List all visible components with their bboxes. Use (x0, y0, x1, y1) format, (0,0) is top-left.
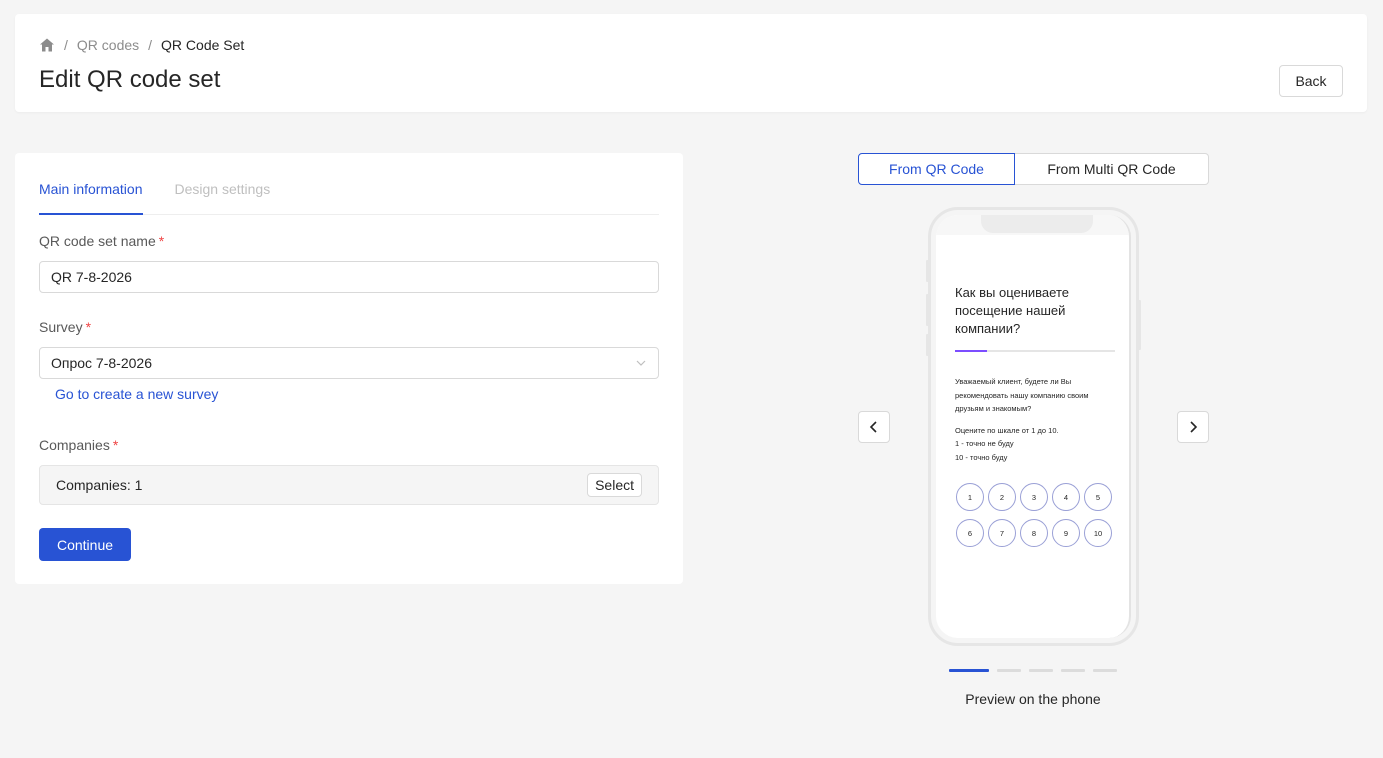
chevron-left-icon (869, 421, 877, 433)
required-mark: * (158, 233, 165, 249)
survey-progress-fill (955, 350, 987, 352)
companies-count: Companies: 1 (56, 477, 143, 493)
rating-scale-row-1: 1 2 3 4 5 (956, 483, 1116, 511)
required-mark: * (85, 319, 92, 335)
rating-option[interactable]: 7 (988, 519, 1016, 547)
select-companies-button[interactable]: Select (587, 473, 642, 497)
breadcrumb-item-qr-codes[interactable]: QR codes (77, 37, 139, 53)
prev-slide-button[interactable] (858, 411, 890, 443)
tab-bar: Main information Design settings (39, 181, 659, 215)
slide-dot[interactable] (997, 669, 1021, 672)
page-title: Edit QR code set (39, 66, 221, 93)
chevron-right-icon (1190, 421, 1198, 433)
question-text-block: Уважаемый клиент, будете ли Вы рекомендо… (955, 375, 1115, 464)
rating-option[interactable]: 6 (956, 519, 984, 547)
phone-screen: Как вы оцениваете посещение нашей компан… (936, 215, 1131, 638)
survey-label: Survey * (39, 319, 91, 335)
companies-label-text: Companies (39, 437, 110, 453)
tab-main-information[interactable]: Main information (39, 181, 143, 215)
survey-label-text: Survey (39, 319, 83, 335)
preview-label: Preview on the phone (965, 691, 1101, 707)
create-survey-link[interactable]: Go to create a new survey (55, 386, 218, 402)
scale-max-label: 10 - точно буду (955, 452, 1008, 462)
question-text: Уважаемый клиент, будете ли Вы рекомендо… (955, 377, 1089, 413)
companies-label: Companies * (39, 437, 118, 453)
breadcrumb-item-current: QR Code Set (161, 37, 245, 53)
companies-field: Companies: 1 Select (39, 465, 659, 505)
qr-name-input[interactable] (39, 261, 659, 293)
rating-scale-row-2: 6 7 8 9 10 (956, 519, 1116, 547)
preview-mode-toggle: From QR Code From Multi QR Code (858, 153, 1209, 185)
rating-option[interactable]: 1 (956, 483, 984, 511)
toggle-from-qr-code[interactable]: From QR Code (858, 153, 1015, 185)
toggle-from-multi-qr-code[interactable]: From Multi QR Code (1015, 153, 1209, 185)
qr-name-label: QR code set name * (39, 233, 164, 249)
rating-option[interactable]: 4 (1052, 483, 1080, 511)
rating-option[interactable]: 3 (1020, 483, 1048, 511)
rating-option[interactable]: 5 (1084, 483, 1112, 511)
next-slide-button[interactable] (1177, 411, 1209, 443)
tab-design-settings[interactable]: Design settings (175, 181, 271, 214)
slide-dot[interactable] (1061, 669, 1085, 672)
breadcrumb-separator: / (148, 37, 153, 53)
home-icon[interactable] (39, 37, 55, 53)
survey-select-value: Опрос 7-8-2026 (51, 355, 152, 371)
form-card: Main information Design settings QR code… (15, 153, 683, 584)
qr-name-label-text: QR code set name (39, 233, 156, 249)
phone-notch (981, 215, 1093, 233)
survey-progress (955, 350, 1115, 352)
slide-indicator (949, 669, 1125, 672)
survey-select[interactable]: Опрос 7-8-2026 (39, 347, 659, 379)
scale-hint: Оцените по шкале от 1 до 10. (955, 425, 1059, 435)
scale-min-label: 1 - точно не буду (955, 439, 1014, 448)
phone-frame: Как вы оцениваете посещение нашей компан… (928, 207, 1139, 646)
page-header: / QR codes / QR Code Set Edit QR code se… (15, 14, 1367, 112)
slide-dot[interactable] (1093, 669, 1117, 672)
rating-option[interactable]: 2 (988, 483, 1016, 511)
rating-option[interactable]: 8 (1020, 519, 1048, 547)
question-title: Как вы оцениваете посещение нашей компан… (955, 285, 1069, 336)
back-button[interactable]: Back (1279, 65, 1343, 97)
rating-option[interactable]: 9 (1052, 519, 1080, 547)
breadcrumb-separator: / (64, 37, 68, 53)
rating-option[interactable]: 10 (1084, 519, 1112, 547)
slide-dot[interactable] (1029, 669, 1053, 672)
chevron-down-icon (636, 360, 646, 366)
breadcrumb: / QR codes / QR Code Set (39, 37, 244, 53)
continue-button[interactable]: Continue (39, 528, 131, 561)
slide-dot[interactable] (949, 669, 989, 672)
required-mark: * (112, 437, 119, 453)
